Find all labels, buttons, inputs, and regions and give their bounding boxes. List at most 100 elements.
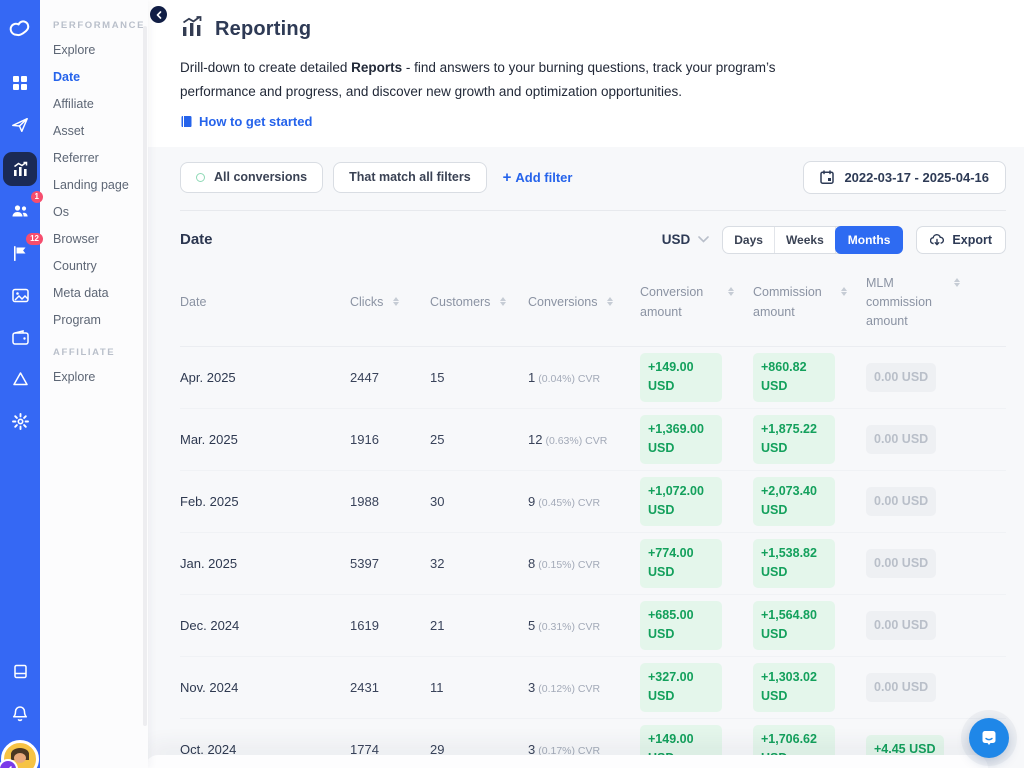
secondary-sidebar: PERFORMANCE Explore Date Affiliate Asset…: [40, 0, 148, 768]
sidebar-item-explore[interactable]: Explore: [53, 43, 140, 57]
user-avatar[interactable]: [1, 740, 39, 768]
mlm-amount-badge: 0.00 USD: [866, 549, 936, 578]
table-row: Apr. 2025 2447 15 1(0.04%) CVR +149.00 U…: [180, 347, 1006, 409]
primary-sidebar: 1 12: [0, 0, 40, 768]
content-area: All conversions That match all filters +…: [148, 147, 1024, 768]
sidebar-item-asset[interactable]: Asset: [53, 124, 140, 138]
column-header-mlm-commission-amount: MLM commission amount: [866, 274, 1006, 332]
granularity-months-button[interactable]: Months: [835, 226, 904, 254]
reporting-icon[interactable]: [3, 152, 37, 186]
column-header-commission-amount: Commission amount: [753, 283, 866, 322]
page-description: Drill-down to create detailed Reports - …: [180, 56, 828, 105]
add-filter-button[interactable]: + Add filter: [503, 169, 573, 186]
commission-amount-badge: +2,073.40 USD: [753, 477, 835, 526]
sidebar-collapse-button[interactable]: [150, 6, 167, 23]
notifications-icon[interactable]: [3, 698, 37, 728]
bottom-card: [145, 755, 988, 768]
logo-icon: [3, 12, 37, 46]
date-range-picker[interactable]: 2022-03-17 - 2025-04-16: [803, 161, 1006, 194]
conversion-amount-badge: +149.00 USD: [640, 353, 722, 402]
section-title: Date: [180, 231, 213, 248]
sidebar-item-referrer[interactable]: Referrer: [53, 151, 140, 165]
sort-icon[interactable]: [393, 297, 399, 306]
sort-icon[interactable]: [954, 278, 960, 287]
sidebar-item-os[interactable]: Os: [53, 205, 140, 219]
settings-icon[interactable]: [3, 406, 37, 436]
commission-amount-badge: +1,303.02 USD: [753, 663, 835, 712]
column-header-conversions: Conversions: [528, 293, 640, 312]
conversion-amount-badge: +1,072.00 USD: [640, 477, 722, 526]
column-header-clicks: Clicks: [350, 293, 430, 312]
granularity-weeks-button[interactable]: Weeks: [775, 227, 836, 253]
column-header-customers: Customers: [430, 293, 528, 312]
divider: [180, 210, 1006, 211]
campaigns-icon[interactable]: [3, 110, 37, 140]
commission-amount-badge: +1,875.22 USD: [753, 415, 835, 464]
column-header-date: Date: [180, 293, 350, 312]
chevron-down-icon: [698, 236, 709, 243]
how-to-get-started-link[interactable]: How to get started: [180, 114, 992, 129]
sort-icon[interactable]: [607, 297, 613, 306]
export-button[interactable]: Export: [916, 226, 1006, 254]
book-icon: [180, 115, 193, 128]
main-content: Reporting Drill-down to create detailed …: [148, 0, 1024, 768]
sidebar-section-affiliate: AFFILIATE: [53, 347, 140, 358]
chat-bubble-icon: [980, 729, 998, 747]
mlm-amount-badge: 0.00 USD: [866, 487, 936, 516]
table-toolbar: Date USD Days Weeks Months Export: [180, 226, 1006, 254]
sort-icon[interactable]: [500, 297, 506, 306]
sidebar-item-date[interactable]: Date: [53, 70, 140, 84]
commission-amount-badge: +1,538.82 USD: [753, 539, 835, 588]
sidebar-item-landing-page[interactable]: Landing page: [53, 178, 140, 192]
sidebar-item-browser[interactable]: Browser: [53, 232, 140, 246]
granularity-days-button[interactable]: Days: [723, 227, 775, 253]
chat-widget-button[interactable]: [969, 718, 1009, 758]
sidebar-scrollbar[interactable]: [143, 26, 147, 726]
table-row: Nov. 2024 2431 11 3(0.12%) CVR +327.00 U…: [180, 657, 1006, 719]
sort-icon[interactable]: [728, 287, 734, 296]
page-header: Reporting Drill-down to create detailed …: [148, 0, 1024, 147]
conversion-amount-badge: +685.00 USD: [640, 601, 722, 650]
docs-icon[interactable]: [3, 656, 37, 686]
commission-amount-badge: +1,564.80 USD: [753, 601, 835, 650]
sidebar-item-affiliate[interactable]: Affiliate: [53, 97, 140, 111]
granularity-toggle: Days Weeks Months: [722, 226, 903, 254]
wallet-icon[interactable]: [3, 322, 37, 352]
all-conversions-filter-button[interactable]: All conversions: [180, 162, 323, 193]
commission-amount-badge: +860.82 USD: [753, 353, 835, 402]
mlm-amount-badge: 0.00 USD: [866, 363, 936, 392]
filter-bar: All conversions That match all filters +…: [180, 161, 1006, 194]
flag-icon[interactable]: 12: [3, 238, 37, 268]
report-table: Date Clicks Customers Conversions Conver…: [180, 258, 1006, 768]
sidebar-item-affiliate-explore[interactable]: Explore: [53, 370, 140, 384]
integrations-icon[interactable]: [3, 364, 37, 394]
sidebar-item-meta-data[interactable]: Meta data: [53, 286, 140, 300]
match-all-filters-button[interactable]: That match all filters: [333, 162, 487, 193]
conversion-amount-badge: +1,369.00 USD: [640, 415, 722, 464]
flag-badge: 12: [26, 233, 43, 245]
mlm-amount-badge: 0.00 USD: [866, 673, 936, 702]
media-icon[interactable]: [3, 280, 37, 310]
sidebar-item-program[interactable]: Program: [53, 313, 140, 327]
dashboard-icon[interactable]: [3, 68, 37, 98]
plus-icon: +: [503, 169, 512, 186]
column-header-conversion-amount: Conversion amount: [640, 283, 753, 322]
table-row: Mar. 2025 1916 25 12(0.63%) CVR +1,369.0…: [180, 409, 1006, 471]
cloud-download-icon: [930, 234, 944, 246]
reporting-chart-icon: [180, 15, 204, 44]
currency-select[interactable]: USD: [662, 232, 710, 247]
mlm-amount-badge: 0.00 USD: [866, 425, 936, 454]
table-row: Feb. 2025 1988 30 9(0.45%) CVR +1,072.00…: [180, 471, 1006, 533]
sidebar-section-performance: PERFORMANCE: [53, 20, 140, 31]
conversion-amount-badge: +774.00 USD: [640, 539, 722, 588]
status-ring-icon: [196, 173, 205, 182]
mlm-amount-badge: 0.00 USD: [866, 611, 936, 640]
calendar-icon: [820, 170, 834, 184]
page-title: Reporting: [215, 18, 311, 41]
table-header-row: Date Clicks Customers Conversions Conver…: [180, 258, 1006, 347]
sort-icon[interactable]: [841, 287, 847, 296]
table-row: Dec. 2024 1619 21 5(0.31%) CVR +685.00 U…: [180, 595, 1006, 657]
sidebar-item-country[interactable]: Country: [53, 259, 140, 273]
members-icon[interactable]: 1: [3, 196, 37, 226]
table-row: Jan. 2025 5397 32 8(0.15%) CVR +774.00 U…: [180, 533, 1006, 595]
